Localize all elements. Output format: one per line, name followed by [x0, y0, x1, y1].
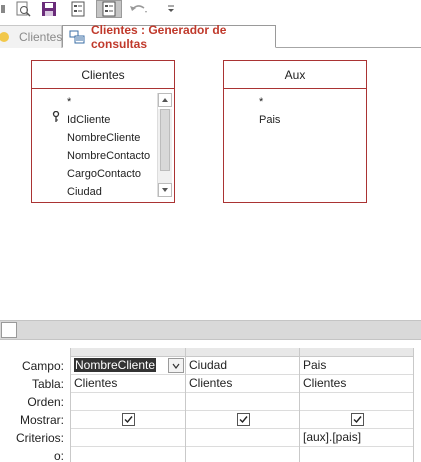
row-label-campo: Campo: — [21, 359, 64, 373]
key-icon — [52, 110, 60, 129]
table-box-clientes[interactable]: Clientes * IdCliente NombreCliente Nombr… — [31, 60, 175, 203]
orden-cell[interactable] — [300, 393, 413, 411]
design-grid: Campo: Tabla: Orden: Mostrar: Criterios:… — [0, 340, 421, 462]
row-label-o: o: — [53, 449, 64, 462]
field-item[interactable]: CargoContacto — [32, 165, 174, 183]
grid-column: Ciudad Clientes — [185, 348, 299, 462]
field-item[interactable]: * — [224, 93, 366, 111]
query-designer-window: Clientes Clientes : Generador de consult… — [0, 0, 421, 462]
tab-label: Clientes — [19, 30, 63, 44]
column-selector[interactable] — [186, 348, 299, 357]
pane-splitter[interactable] — [0, 320, 421, 340]
column-selector[interactable] — [71, 348, 185, 357]
field-list: * Pais — [224, 93, 366, 129]
orden-cell[interactable] — [71, 393, 185, 411]
document-tabs: Clientes Clientes : Generador de consult… — [0, 20, 421, 51]
row-label-criterios: Criterios: — [15, 431, 64, 445]
scroll-thumb[interactable] — [160, 109, 170, 171]
datasheet-view-icon[interactable] — [68, 0, 88, 18]
scroll-track[interactable] — [158, 109, 172, 183]
quick-access-toolbar — [0, 0, 421, 20]
field-list-scrollbar[interactable] — [157, 93, 172, 197]
o-cell[interactable] — [300, 447, 413, 462]
tabla-cell[interactable]: Clientes — [300, 375, 413, 393]
field-item[interactable]: IdCliente — [32, 110, 174, 129]
table-pane: Clientes * IdCliente NombreCliente Nombr… — [0, 48, 421, 320]
customize-toolbar-icon[interactable] — [164, 0, 178, 18]
tab-query-designer[interactable]: Clientes : Generador de consultas — [62, 22, 276, 51]
o-cell[interactable] — [186, 447, 299, 462]
scroll-up-icon[interactable] — [158, 93, 172, 107]
campo-cell[interactable]: NombreCliente — [71, 357, 185, 375]
table-box-aux[interactable]: Aux * Pais — [223, 60, 367, 203]
o-cell[interactable] — [71, 447, 185, 462]
orden-cell[interactable] — [186, 393, 299, 411]
table-title: Aux — [224, 61, 366, 89]
print-preview-icon[interactable] — [14, 0, 32, 18]
field-item[interactable]: NombreContacto — [32, 147, 174, 165]
tab-label: Clientes : Generador de consultas — [91, 22, 227, 51]
tabla-cell[interactable]: Clientes — [71, 375, 185, 393]
column-selector[interactable] — [300, 348, 413, 357]
design-view-icon[interactable] — [96, 0, 122, 18]
campo-cell[interactable]: Ciudad — [186, 357, 299, 375]
splitter-box[interactable] — [1, 322, 17, 338]
row-label-mostrar: Mostrar: — [19, 413, 64, 427]
grid-column: Pais Clientes [aux].[pais] — [299, 348, 414, 462]
query-icon — [0, 30, 13, 44]
criterios-cell[interactable] — [186, 429, 299, 447]
mostrar-cell[interactable] — [186, 411, 299, 429]
mostrar-cell[interactable] — [300, 411, 413, 429]
criterios-cell[interactable] — [71, 429, 185, 447]
table-title: Clientes — [32, 61, 174, 89]
query-design-icon — [69, 30, 85, 44]
partial-icon[interactable] — [0, 0, 8, 18]
row-label-orden: Orden: — [27, 395, 64, 409]
chevron-down-icon[interactable] — [168, 358, 184, 373]
grid-column: NombreCliente Clientes — [70, 348, 185, 462]
tabla-cell[interactable]: Clientes — [186, 375, 299, 393]
undo-icon[interactable] — [128, 0, 150, 18]
save-icon[interactable] — [40, 0, 58, 18]
mostrar-cell[interactable] — [71, 411, 185, 429]
show-checkbox[interactable] — [350, 413, 364, 426]
field-list: * IdCliente NombreCliente NombreContacto… — [32, 93, 174, 201]
criterios-cell[interactable]: [aux].[pais] — [300, 429, 413, 447]
tab-clientes[interactable]: Clientes — [0, 25, 62, 48]
field-item[interactable]: * — [32, 93, 174, 111]
row-label-tabla: Tabla: — [31, 377, 64, 391]
show-checkbox[interactable] — [236, 413, 250, 426]
field-item[interactable]: Ciudad — [32, 183, 174, 201]
field-item[interactable]: Pais — [224, 111, 366, 129]
field-item[interactable]: NombreCliente — [32, 129, 174, 147]
campo-cell[interactable]: Pais — [300, 357, 413, 375]
scroll-down-icon[interactable] — [158, 183, 172, 197]
show-checkbox[interactable] — [122, 413, 135, 426]
